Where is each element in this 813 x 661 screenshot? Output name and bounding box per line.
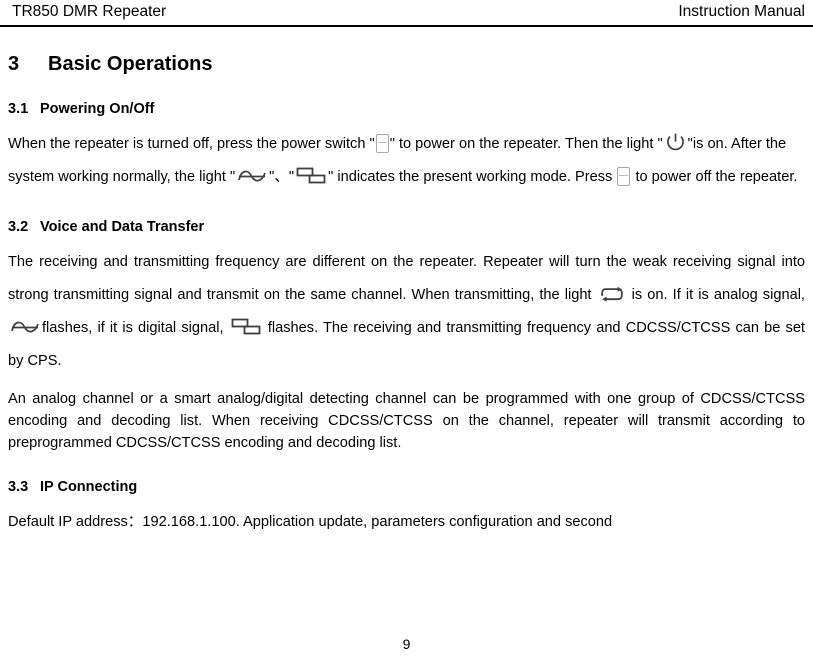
- analog-wave-icon-2: [10, 319, 40, 335]
- transmit-loop-icon: [600, 286, 624, 303]
- analog-wave-icon: [237, 168, 267, 184]
- digital-signal-icon: [296, 167, 326, 185]
- paragraph-3-2-b: An analog channel or a smart analog/digi…: [8, 391, 805, 451]
- paragraph-3-1-part2: " to power on the repeater. Then the lig…: [389, 136, 663, 152]
- header-right-title: Instruction Manual: [678, 3, 805, 20]
- paragraph-3-2-a-part3: flashes, if it is digital signal,: [42, 320, 229, 336]
- subsection-number-3-1: 3.1: [8, 101, 29, 117]
- power-switch-icon: [375, 133, 389, 153]
- digital-signal-icon-2: [231, 318, 261, 336]
- page-header: TR850 DMR Repeater Instruction Manual: [0, 0, 813, 27]
- subsection-heading-3-2: 3.2 Voice and Data Transfer: [8, 218, 805, 236]
- section-heading: 3 Basic Operations: [8, 52, 805, 76]
- document-content: 3 Basic Operations 3.1 Powering On/Off Whe…: [0, 27, 813, 539]
- paragraph-3-1: When the repeater is turned off, press t…: [8, 128, 805, 194]
- subsection-title-3-3: IP Connecting: [40, 479, 138, 495]
- paragraph-3-1-part1: When the repeater is turned off, press t…: [8, 136, 375, 152]
- subsection-number-3-2: 3.2: [8, 219, 29, 235]
- subsection-number-3-3: 3.3: [8, 479, 29, 495]
- paragraph-3-2-a-part2: is on. If it is analog signal,: [626, 287, 805, 303]
- subsection-heading-3-1: 3.1 Powering On/Off: [8, 100, 805, 118]
- page-footer: 9: [0, 635, 813, 653]
- power-symbol-icon: [665, 132, 686, 153]
- power-switch-icon-2: [617, 166, 631, 186]
- section-title: Basic Operations: [48, 53, 213, 75]
- page-number: 9: [402, 636, 411, 652]
- paragraph-3-3: Default IP address：192.168.1.100. Applic…: [8, 514, 613, 530]
- paragraph-3-1-part4: "、": [269, 169, 295, 185]
- document-page: TR850 DMR Repeater Instruction Manual 3 B…: [0, 0, 813, 661]
- paragraph-3-2-a: The receiving and transmitting frequency…: [8, 246, 805, 378]
- subsection-heading-3-3: 3.3 IP Connecting: [8, 478, 805, 496]
- header-left-title: TR850 DMR Repeater: [12, 3, 167, 20]
- paragraph-3-1-part5: " indicates the present working mode. Pr…: [328, 169, 617, 185]
- subsection-title-3-1: Powering On/Off: [40, 101, 155, 117]
- section-number: 3: [8, 53, 20, 75]
- paragraph-3-1-part6: to power off the repeater.: [631, 169, 798, 185]
- subsection-title-3-2: Voice and Data Transfer: [40, 219, 205, 235]
